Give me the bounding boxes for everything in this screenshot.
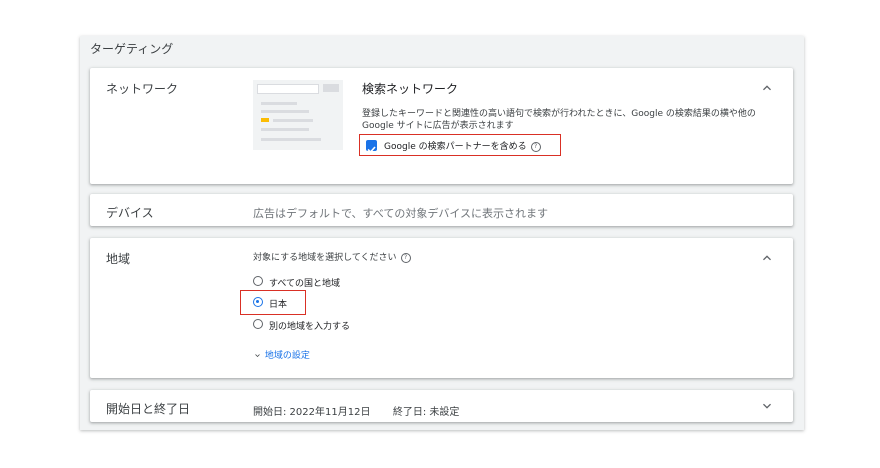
targeting-panel: ターゲティング ネットワーク 検索ネットワーク 登録したキーワードと関連性の高い… — [80, 36, 804, 430]
checkmark-icon — [367, 146, 376, 154]
network-description: 登録したキーワードと関連性の高い語句で検索が行われたときに、Google の検索… — [362, 109, 756, 131]
chevron-up-icon[interactable] — [759, 80, 775, 96]
chevron-down-icon[interactable] — [759, 398, 775, 414]
radio-button[interactable] — [253, 319, 263, 329]
search-partner-checkbox[interactable] — [366, 140, 377, 154]
section-title: ターゲティング — [90, 42, 174, 56]
device-card[interactable]: デバイス 広告はデフォルトで、すべての対象デバイスに表示されます — [90, 194, 793, 226]
radio-label: すべての国と地域 — [269, 279, 341, 289]
radio-label: 日本 — [269, 300, 288, 310]
end-date: 終了日: 未設定 — [392, 407, 460, 418]
network-label: ネットワーク — [106, 82, 179, 96]
help-icon[interactable]: ? — [530, 141, 541, 152]
help-icon[interactable]: ? — [400, 252, 411, 263]
region-settings-label: 地域の設定 — [264, 351, 310, 361]
network-card: ネットワーク 検索ネットワーク 登録したキーワードと関連性の高い語句で検索が行わ… — [90, 68, 793, 184]
dates-label: 開始日と終了日 — [106, 402, 191, 416]
chevron-down-icon — [255, 354, 260, 357]
radio-button[interactable] — [253, 276, 263, 286]
chevron-up-icon[interactable] — [759, 250, 775, 266]
region-prompt: 対象にする地域を選択してください — [253, 253, 397, 263]
radio-button-selected[interactable] — [253, 297, 263, 307]
search-partner-highlight: Google の検索パートナーを含める? — [359, 134, 561, 156]
region-card: 地域 対象にする地域を選択してください? すべての国と地域 日本 別の地域を入力… — [90, 238, 793, 378]
device-summary: 広告はデフォルトで、すべての対象デバイスに表示されます — [253, 207, 549, 220]
search-network-illustration — [253, 80, 343, 150]
device-label: デバイス — [106, 206, 154, 220]
network-title: 検索ネットワーク — [362, 82, 459, 96]
dates-card[interactable]: 開始日と終了日 開始日: 2022年11月12日 終了日: 未設定 — [90, 390, 793, 422]
search-partner-label: Google の検索パートナーを含める — [384, 142, 527, 152]
start-date: 開始日: 2022年11月12日 — [253, 407, 371, 418]
radio-label: 別の地域を入力する — [269, 322, 351, 332]
region-settings-link[interactable]: 地域の設定 — [253, 348, 310, 361]
region-label: 地域 — [106, 252, 131, 266]
